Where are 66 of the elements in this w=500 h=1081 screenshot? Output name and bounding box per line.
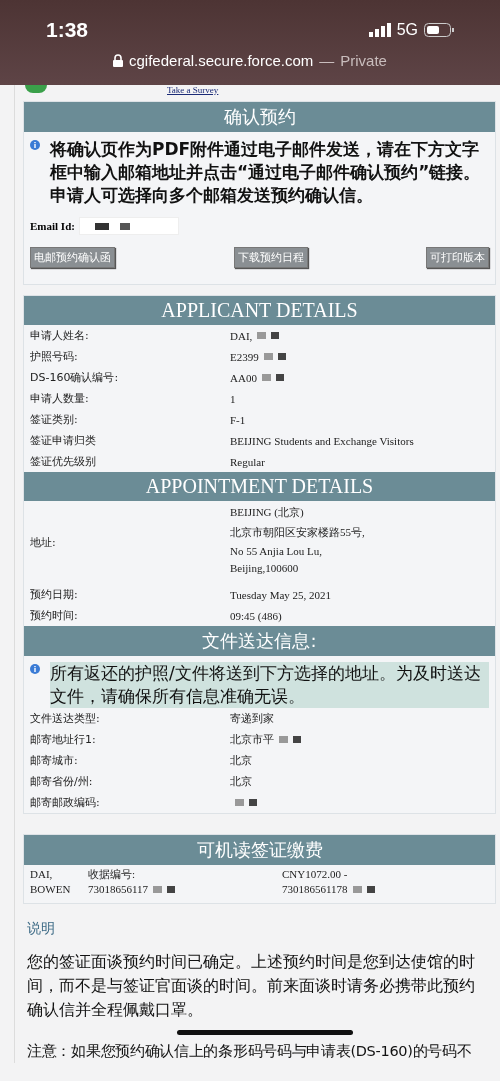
survey-link[interactable]: Take a Survey	[167, 85, 219, 95]
field-label: 邮寄邮政编码:	[30, 795, 101, 810]
field-value: 09:45 (486)	[230, 609, 283, 622]
battery-icon	[424, 23, 454, 37]
field-value: F-1	[230, 413, 246, 426]
field-value: Regular	[230, 455, 265, 468]
field-label: DS-160确认编号:	[30, 370, 120, 385]
receipt-number: 73018656117	[88, 882, 149, 897]
address-line: BEIJING (北京)	[230, 505, 305, 520]
action-button[interactable]: 电邮预约确认函	[30, 247, 115, 268]
redaction-block	[94, 222, 109, 230]
address-line: No 55 Anjia Lou Lu,	[230, 545, 323, 557]
email-label: Email Id:	[30, 220, 75, 232]
action-button[interactable]: 下载预约日程	[233, 247, 308, 268]
field-value: Tuesday May 25, 2021	[230, 588, 333, 601]
section-header: 可机读签证缴费	[24, 835, 495, 865]
reference-number: 730186561178	[282, 882, 348, 897]
field-value: 北京	[230, 774, 252, 789]
clock-time: 1:38	[46, 18, 89, 42]
field-value: BEIJING Students and Exchange Visitors	[230, 434, 414, 447]
field-label: 预约日期:	[30, 587, 79, 602]
field-label: 文件送达类型:	[30, 711, 101, 726]
note-paragraph: 注意：如果您预约确认信上的条形码号码与申请表(DS-160)的号码不	[27, 1042, 473, 1061]
field-value: 1	[230, 392, 236, 405]
address-line: 北京市朝阳区安家楼路55号,	[230, 525, 366, 540]
highlighted-info-text: 所有返还的护照/文件将送到下方选择的地址。为及时送达文件，请确保所有信息准确无误。	[50, 662, 489, 708]
field-label: 预约时间:	[30, 608, 79, 623]
section-header: 确认预约	[24, 102, 495, 132]
section-header: APPLICANT DETAILS	[24, 296, 495, 325]
address-line: Beijing,100600	[230, 562, 300, 574]
note-paragraph: 您的签证面谈预约时间已确定。上述预约时间是您到达使馆的时间，而不是与签证官面谈的时间。前来面谈时请务必携带此预约确认信并全程佩戴口罩。	[27, 951, 476, 1021]
info-text: 将确认页作为PDF附件通过电子邮件发送，请在下方文字框中输入邮箱地址并点击“通过电子邮件确认预约”链接。申请人可选择向多个邮箱发送预约确认信。	[50, 138, 482, 207]
section-header: 文件送达信息:	[24, 626, 495, 656]
payer-name: DAI, BOWEN	[30, 867, 72, 897]
field-value: AA00	[230, 371, 257, 384]
field-label: 申请人数量:	[30, 391, 90, 406]
fee-amount: CNY1072.00 -	[282, 867, 349, 882]
info-icon	[30, 140, 40, 150]
notes-title: 说明	[27, 920, 56, 938]
field-label: 地址:	[30, 535, 57, 550]
field-label: 签证类别:	[30, 412, 79, 427]
separator-text: —	[319, 52, 335, 69]
private-mode-label: Private	[340, 52, 387, 69]
network-label: 5G	[396, 21, 418, 39]
field-label: 签证申请归类	[30, 433, 97, 448]
field-value: 寄递到家	[230, 711, 274, 726]
field-label: 护照号码:	[30, 349, 79, 364]
signal-icon	[368, 23, 391, 37]
receipt-label: 收据编号:	[88, 867, 137, 882]
action-button[interactable]: 可打印版本	[426, 247, 489, 268]
field-label: 签证优先级别	[30, 454, 97, 469]
info-icon	[30, 664, 40, 674]
field-value: E2399	[230, 350, 259, 363]
field-value: 北京市平	[230, 732, 274, 747]
redaction-block	[119, 222, 130, 230]
email-field[interactable]	[78, 217, 179, 235]
field-value: 北京	[230, 753, 252, 768]
field-label: 邮寄地址行1:	[30, 732, 97, 747]
logo-icon	[25, 85, 47, 93]
field-label: 邮寄城市:	[30, 753, 79, 768]
url-text[interactable]: cgifederal.secure.force.com	[129, 52, 314, 69]
lock-icon	[113, 54, 124, 67]
section-header: APPOINTMENT DETAILS	[24, 472, 495, 501]
field-value: DAI,	[230, 329, 253, 342]
field-label: 申请人姓名:	[30, 328, 90, 343]
field-label: 邮寄省份/州:	[30, 774, 94, 789]
